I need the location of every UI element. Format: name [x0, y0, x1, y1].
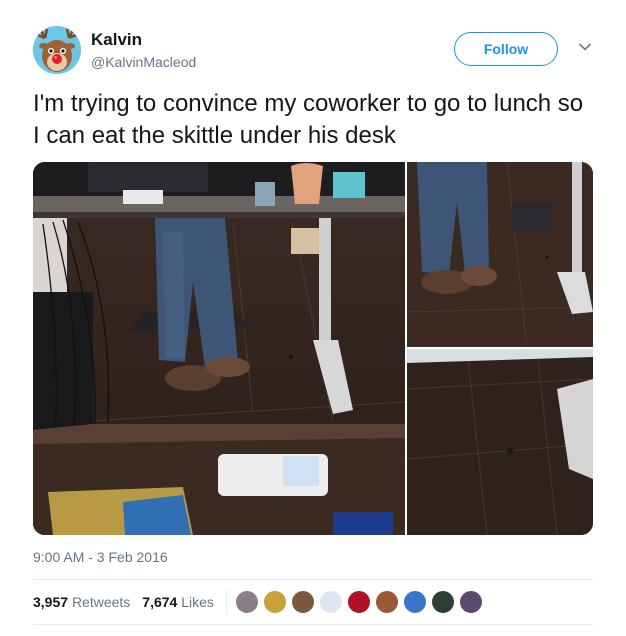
likes-label: Likes — [181, 594, 214, 610]
tweet-header: Kalvin @KalvinMacleod Follow — [33, 26, 593, 76]
retweets-count: 3,957 — [33, 594, 69, 610]
likes-stat[interactable]: 7,674 Likes — [142, 594, 214, 610]
desk-photo-legs[interactable] — [407, 162, 593, 347]
liker-avatar[interactable] — [430, 590, 455, 614]
divider — [33, 624, 593, 625]
retweets-stat[interactable]: 3,957 Retweets — [33, 594, 130, 610]
chevron-down-icon[interactable] — [578, 40, 592, 54]
follow-button[interactable]: Follow — [454, 32, 558, 66]
liker-avatars — [234, 590, 487, 614]
liker-avatar[interactable] — [458, 590, 483, 614]
tweet-media-grid — [33, 162, 593, 535]
author-handle[interactable]: @KalvinMacleod — [91, 54, 196, 70]
likes-count: 7,674 — [142, 594, 178, 610]
liker-avatar[interactable] — [346, 590, 371, 614]
liker-avatar[interactable] — [318, 590, 343, 614]
liker-avatar[interactable] — [374, 590, 399, 614]
desk-photo-main[interactable] — [33, 162, 405, 535]
author-avatar[interactable] — [33, 26, 81, 74]
tweet-stats: 3,957 Retweets 7,674 Likes — [33, 580, 593, 624]
liker-avatar[interactable] — [290, 590, 315, 614]
desk-photo-floor-skittle[interactable] — [407, 349, 593, 535]
author-name[interactable]: Kalvin — [91, 30, 142, 50]
tweet-text: I'm trying to convince my coworker to go… — [33, 90, 584, 149]
liker-avatar[interactable] — [234, 590, 259, 614]
tweet-timestamp[interactable]: 9:00 AM - 3 Feb 2016 — [33, 549, 168, 565]
stats-separator — [225, 589, 227, 615]
retweets-label: Retweets — [71, 594, 131, 610]
liker-avatar[interactable] — [262, 590, 287, 614]
reindeer-avatar-icon — [33, 26, 81, 74]
liker-avatar[interactable] — [402, 590, 427, 614]
